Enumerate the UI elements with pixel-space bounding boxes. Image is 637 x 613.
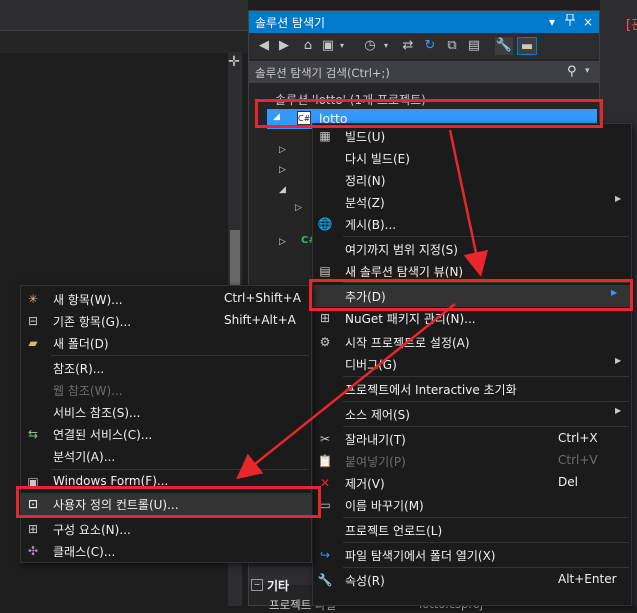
menu-item-set-startup[interactable]: ⚙ 시작 프로젝트로 설정(A) (313, 331, 631, 353)
submenu-item-class[interactable]: ✣ 클래스(C)... (21, 540, 311, 562)
menu-item-clean[interactable]: 정리(N) (313, 169, 631, 191)
properties-wrench-icon[interactable]: 🔧 (495, 37, 513, 55)
home-icon[interactable]: ⌂ (299, 37, 317, 55)
new-view-icon: ▤ (319, 264, 331, 278)
component-icon: ⊞ (27, 522, 39, 536)
menu-separator (343, 517, 629, 518)
submenu-arrow-icon: ▶ (615, 406, 622, 415)
auto-hide-pin-icon[interactable] (563, 13, 577, 30)
menu-separator (343, 542, 629, 543)
menu-item-analyze[interactable]: 분석(Z) ▶ (313, 191, 631, 213)
menu-separator (343, 401, 629, 402)
dropdown-icon[interactable]: ▾ (337, 37, 347, 55)
tree-expand-arrow-icon[interactable]: ▷ (279, 145, 286, 155)
open-folder-icon: ↪ (319, 548, 331, 562)
switch-views-icon[interactable]: ▣ (319, 37, 337, 55)
submenu-arrow-icon: ▶ (615, 194, 622, 203)
globe-icon: 🌐 (317, 217, 333, 231)
right-panel-title-fragment: [관 (626, 18, 637, 33)
tree-expand-arrow-icon[interactable]: ▷ (279, 237, 286, 247)
editor-top-bar (0, 0, 248, 30)
sync-icon[interactable]: ⇄ (399, 37, 417, 55)
collapse-all-icon[interactable]: ⧉ (443, 37, 461, 55)
menu-item-cut[interactable]: ✂ 잘라내기(T) Ctrl+X (313, 428, 631, 450)
project-context-menu: ▦ 빌드(U) 다시 빌드(E) 정리(N) 분석(Z) ▶ 🌐 게시(B)..… (312, 123, 632, 606)
solution-explorer-titlebar: 솔루션 탐색기 ▾ × (249, 11, 599, 33)
build-icon: ▦ (319, 129, 331, 143)
history-icon[interactable]: ◷ (361, 37, 379, 55)
new-folder-icon: ▰ (28, 336, 38, 350)
tree-expand-arrow-icon[interactable]: ◢ (279, 185, 286, 195)
window-position-dropdown-icon[interactable]: ▾ (545, 14, 559, 30)
submenu-item-web-reference[interactable]: 웹 참조(W)... (21, 379, 311, 401)
wrench-icon: 🔧 (317, 573, 333, 587)
solution-explorer-search-input[interactable]: 솔루션 탐색기 검색(Ctrl+;) ⚲ ▾ (249, 61, 599, 83)
paste-icon: 📋 (317, 454, 333, 468)
menu-item-rename[interactable]: ▭ 이름 바꾸기(M) (313, 494, 631, 516)
close-icon[interactable]: × (581, 14, 595, 30)
forward-icon[interactable]: ▶ (275, 37, 293, 55)
search-options-dropdown-icon[interactable]: ▾ (585, 66, 590, 76)
submenu-item-connected-service[interactable]: ⇆ 연결된 서비스(C)... (21, 423, 311, 445)
submenu-item-new-item[interactable]: ✳ 새 항목(W)... Ctrl+Shift+A (21, 288, 311, 310)
submenu-item-component[interactable]: ⊞ 구성 요소(N)... (21, 518, 311, 540)
annotation-box-add (309, 279, 633, 311)
menu-item-open-folder-in-explorer[interactable]: ↪ 파일 탐색기에서 폴더 열기(X) (313, 544, 631, 566)
split-editor-icon[interactable]: ✛ (226, 54, 242, 70)
menu-item-initialize-interactive[interactable]: 프로젝트에서 Interactive 초기화 (313, 378, 631, 400)
annotation-box-project (255, 99, 603, 128)
cut-icon: ✂ (319, 432, 331, 446)
new-item-icon: ✳ (27, 292, 39, 306)
menu-item-unload-project[interactable]: 프로젝트 언로드(L) (313, 519, 631, 541)
submenu-item-reference[interactable]: 참조(R)... (21, 357, 311, 379)
existing-item-icon: ⊟ (27, 314, 39, 328)
submenu-arrow-icon: ▶ (615, 356, 622, 365)
preview-selected-items-icon[interactable]: ▬ (517, 37, 537, 55)
nuget-icon: ⊞ (319, 311, 331, 325)
solution-explorer-toolbar: ◀ ▶ ⌂ ▣ ▾ ◷ ▾ ⇄ ↻ ⧉ ▤ 🔧 ▬ (249, 33, 599, 59)
menu-item-scope-to-this[interactable]: 여기까지 범위 지정(S) (313, 238, 631, 260)
menu-separator (343, 426, 629, 427)
refresh-icon[interactable]: ↻ (421, 37, 439, 55)
menu-item-remove[interactable]: ✕ 제거(V) Del (313, 472, 631, 494)
menu-item-paste[interactable]: 📋 붙여넣기(P) Ctrl+V (313, 450, 631, 472)
search-placeholder: 솔루션 탐색기 검색(Ctrl+;) (255, 66, 390, 80)
submenu-item-analyzer[interactable]: 분석기(A)... (21, 445, 311, 467)
back-icon[interactable]: ◀ (255, 37, 273, 55)
menu-item-source-control[interactable]: 소스 제어(S) ▶ (313, 403, 631, 425)
menu-separator (343, 567, 629, 568)
submenu-item-new-folder[interactable]: ▰ 새 폴더(D) (21, 332, 311, 354)
menu-item-debug[interactable]: 디버그(G) ▶ (313, 353, 631, 375)
editor-scrollbar-thumb[interactable] (230, 230, 240, 290)
menu-separator (343, 376, 629, 377)
menu-separator (51, 355, 309, 356)
tree-expand-arrow-icon[interactable]: ▷ (279, 165, 286, 175)
menu-separator (51, 469, 309, 470)
properties-category: 기타 (267, 579, 290, 593)
solution-explorer-title: 솔루션 탐색기 (255, 16, 326, 30)
show-all-files-icon[interactable]: ▤ (465, 37, 483, 55)
menu-item-properties[interactable]: 🔧 속성(R) Alt+Enter (313, 569, 631, 591)
annotation-box-user-control (16, 486, 321, 518)
class-icon: ✣ (27, 544, 39, 558)
collapse-category-icon[interactable]: − (251, 579, 263, 591)
menu-item-rebuild[interactable]: 다시 빌드(E) (313, 147, 631, 169)
add-submenu: ✳ 새 항목(W)... Ctrl+Shift+A ⊟ 기존 항목(G)... … (20, 285, 312, 563)
connected-service-icon: ⇆ (27, 427, 39, 441)
submenu-item-service-reference[interactable]: 서비스 참조(S)... (21, 401, 311, 423)
menu-item-build[interactable]: ▦ 빌드(U) (313, 125, 631, 147)
submenu-item-existing-item[interactable]: ⊟ 기존 항목(G)... Shift+Alt+A (21, 310, 311, 332)
history-dropdown-icon[interactable]: ▾ (381, 37, 391, 55)
tree-expand-arrow-icon[interactable]: ▷ (295, 203, 302, 213)
search-icon[interactable]: ⚲ (567, 64, 577, 79)
editor-tab-strip (0, 30, 248, 53)
menu-separator (343, 236, 629, 237)
menu-item-publish[interactable]: 🌐 게시(B)... (313, 213, 631, 235)
gear-icon: ⚙ (319, 335, 331, 349)
